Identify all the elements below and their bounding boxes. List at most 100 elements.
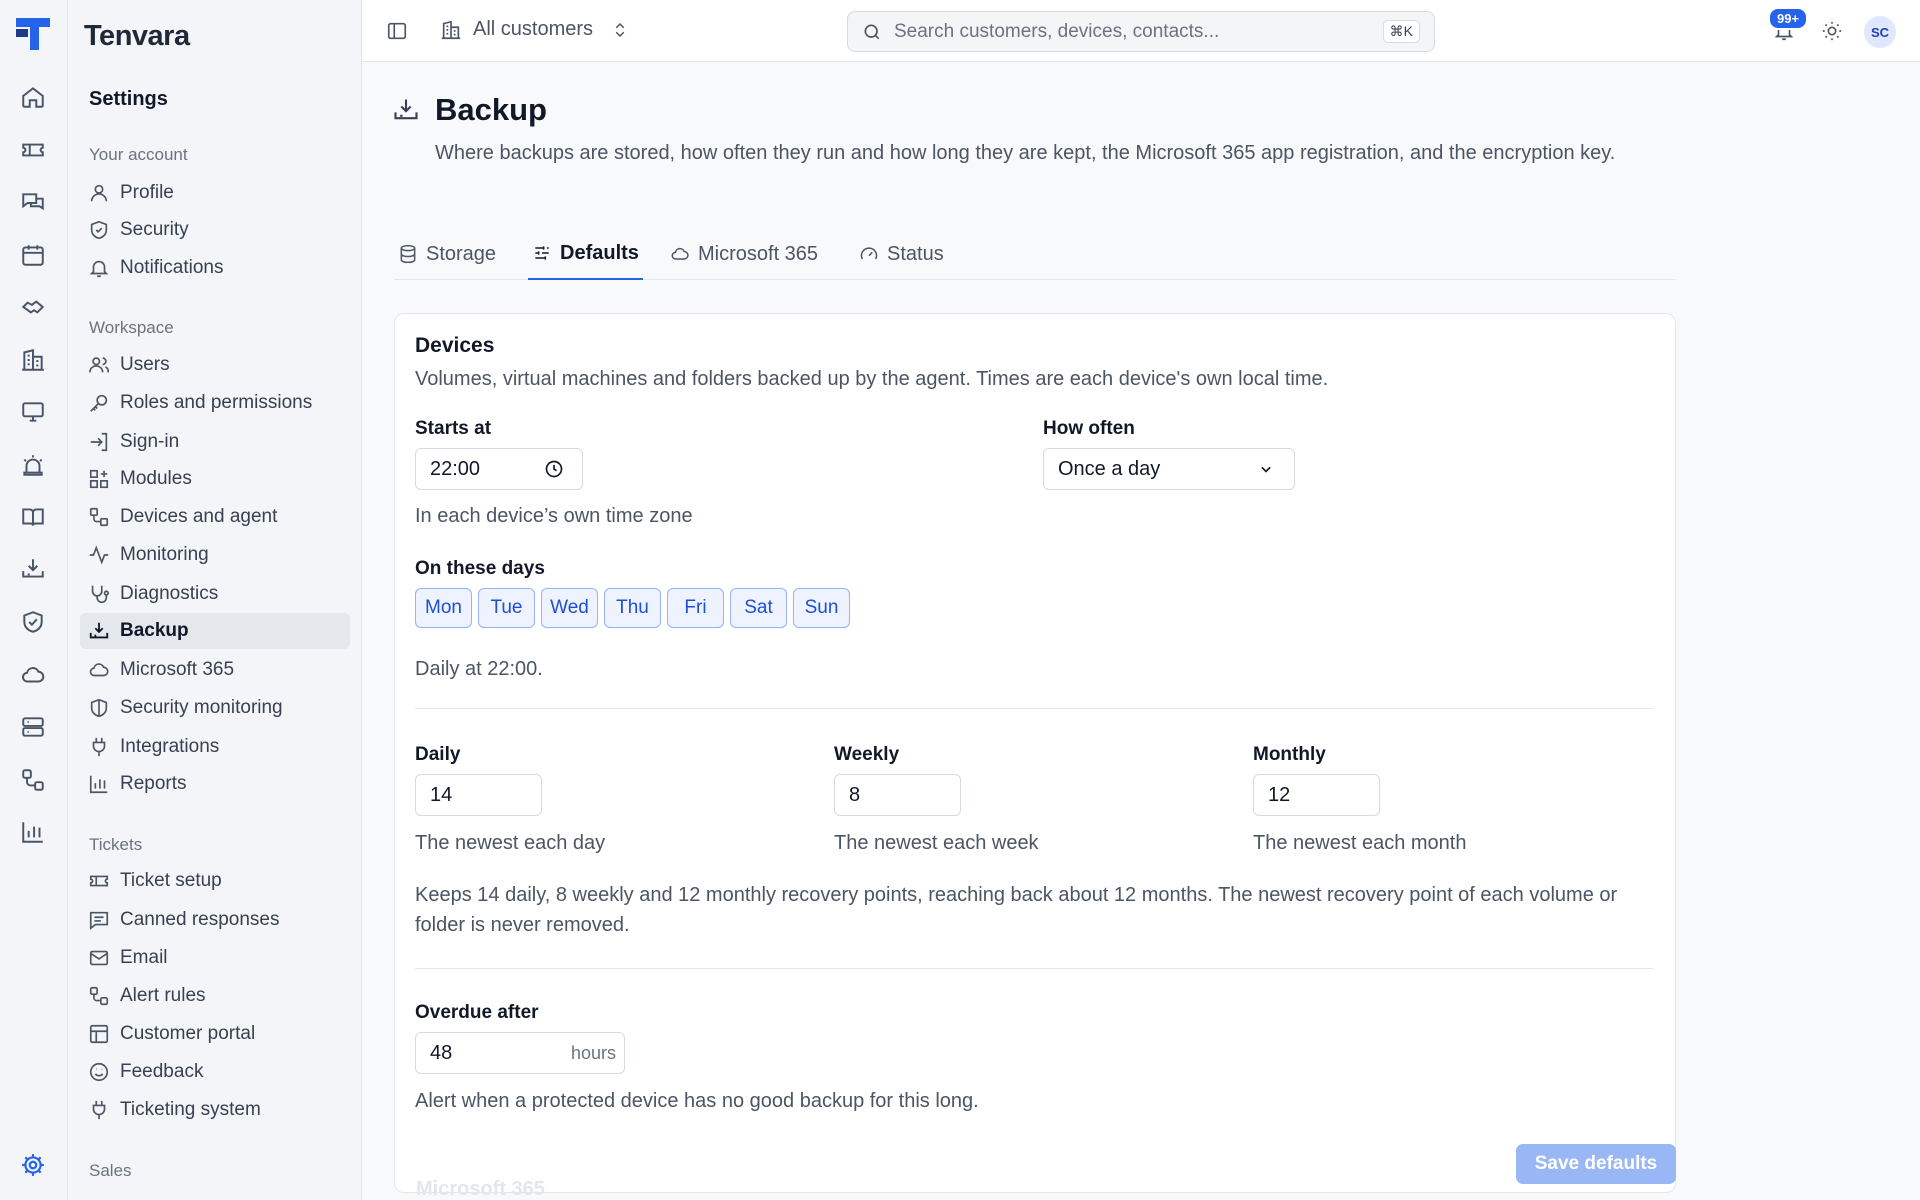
gear-icon[interactable]	[20, 1152, 46, 1178]
sidebar-item-label: Ticket setup	[120, 870, 222, 891]
overdue-hours-input[interactable]: 48 hours	[415, 1032, 625, 1074]
day-picker: Mon Tue Wed Thu Fri Sat Sun	[415, 588, 855, 628]
save-defaults-button[interactable]: Save defaults	[1516, 1144, 1676, 1184]
server-icon[interactable]	[20, 714, 46, 740]
how-often-value: Once a day	[1058, 457, 1161, 480]
sidebar-item-feedback[interactable]: Feedback	[80, 1054, 350, 1090]
sidebar-item-roles[interactable]: Roles and permissions	[80, 385, 350, 421]
tab-defaults[interactable]: Defaults	[528, 228, 643, 280]
plug-icon	[88, 736, 110, 758]
day-toggle-wed[interactable]: Wed	[541, 588, 598, 628]
sidebar-item-label: Users	[120, 354, 170, 375]
weekly-label: Weekly	[834, 744, 900, 765]
sidebar-item-canned-responses[interactable]: Canned responses	[80, 902, 350, 938]
day-toggle-sat[interactable]: Sat	[730, 588, 787, 628]
sun-icon[interactable]	[1821, 20, 1843, 42]
sidebar-item-backup[interactable]: Backup	[80, 613, 350, 649]
sidebar-title: Settings	[89, 88, 168, 110]
starts-at-hint: In each device’s own time zone	[415, 505, 693, 527]
monthly-value: 12	[1268, 783, 1291, 806]
how-often-select[interactable]: Once a day	[1043, 448, 1295, 490]
sidebar-item-microsoft-365[interactable]: Microsoft 365	[80, 652, 350, 688]
ticket-icon[interactable]	[20, 137, 46, 163]
starts-at-time-input[interactable]: 22:00	[415, 448, 583, 490]
sidebar-item-diagnostics[interactable]: Diagnostics	[80, 576, 350, 612]
backup-icon[interactable]	[20, 556, 46, 582]
cloud-icon	[88, 659, 110, 681]
tab-label: Microsoft 365	[698, 242, 819, 265]
ticket-icon	[88, 870, 110, 892]
sidebar-item-label: Alert rules	[120, 985, 206, 1006]
customer-switcher[interactable]: All customers	[440, 18, 629, 41]
notifications-badge: 99+	[1768, 7, 1809, 30]
day-toggle-tue[interactable]: Tue	[478, 588, 535, 628]
layout-icon	[88, 1023, 110, 1045]
daily-label: Daily	[415, 744, 461, 765]
day-toggle-mon[interactable]: Mon	[415, 588, 472, 628]
sidebar-item-ticket-setup[interactable]: Ticket setup	[80, 863, 350, 899]
sidebar-item-label: Feedback	[120, 1061, 204, 1082]
page-title: Backup	[435, 92, 547, 127]
sidebar-item-devices[interactable]: Devices and agent	[80, 499, 350, 535]
weekly-retention-input[interactable]: 8	[834, 774, 961, 816]
workflow-icon[interactable]	[20, 767, 46, 793]
cloud-icon[interactable]	[20, 662, 46, 688]
cloud-icon	[670, 244, 690, 264]
section-label-workspace: Workspace	[89, 318, 174, 337]
top-bar: All customers Search customers, devices,…	[362, 0, 1920, 62]
day-toggle-fri[interactable]: Fri	[667, 588, 724, 628]
retention-summary: Keeps 14 daily, 8 weekly and 12 monthly …	[415, 884, 1618, 936]
search-input[interactable]: Search customers, devices, contacts...	[894, 21, 1383, 43]
calendar-icon[interactable]	[20, 242, 46, 268]
sidebar-item-security[interactable]: Security	[80, 212, 350, 248]
sidebar-item-sign-in[interactable]: Sign-in	[80, 424, 350, 460]
sidebar-item-customer-portal[interactable]: Customer portal	[80, 1016, 350, 1052]
brand-name: Tenvara	[84, 20, 190, 52]
devices-title: Devices	[415, 334, 495, 357]
handshake-icon[interactable]	[20, 294, 46, 320]
monitor-icon[interactable]	[20, 399, 46, 425]
rules-icon	[88, 985, 110, 1007]
daily-retention-input[interactable]: 14	[415, 774, 542, 816]
icon-rail	[0, 0, 68, 1200]
sidebar-item-profile[interactable]: Profile	[80, 175, 350, 211]
sidebar-item-reports[interactable]: Reports	[80, 766, 350, 802]
sidebar-item-label: Roles and permissions	[120, 392, 313, 413]
sign-in-icon	[88, 431, 110, 453]
sidebar-item-label: Devices and agent	[120, 506, 278, 527]
sidebar-item-email[interactable]: Email	[80, 940, 350, 976]
home-icon[interactable]	[20, 84, 46, 110]
sidebar-item-integrations[interactable]: Integrations	[80, 729, 350, 765]
sliders-icon	[532, 243, 552, 263]
sidebar-item-alert-rules[interactable]: Alert rules	[80, 978, 350, 1014]
day-toggle-sun[interactable]: Sun	[793, 588, 850, 628]
settings-sidebar: Tenvara Settings Your account Profile Se…	[68, 0, 362, 1200]
weekly-hint: The newest each week	[834, 832, 1039, 854]
sidebar-item-ticketing-system[interactable]: Ticketing system	[80, 1092, 350, 1128]
tab-microsoft-365[interactable]: Microsoft 365	[666, 228, 822, 280]
sidebar-item-security-monitoring[interactable]: Security monitoring	[80, 690, 350, 726]
main-content: Backup Where backups are stored, how oft…	[362, 62, 1920, 1200]
user-icon	[88, 182, 110, 204]
monthly-retention-input[interactable]: 12	[1253, 774, 1380, 816]
building-icon[interactable]	[20, 347, 46, 373]
book-icon[interactable]	[20, 504, 46, 530]
avatar[interactable]: SC	[1864, 16, 1896, 48]
tenvara-logo-icon[interactable]	[14, 16, 52, 52]
sidebar-item-monitoring[interactable]: Monitoring	[80, 537, 350, 573]
clock-icon[interactable]	[544, 459, 564, 479]
search-box[interactable]: Search customers, devices, contacts... ⌘…	[847, 11, 1435, 52]
shield-check-icon[interactable]	[20, 609, 46, 635]
bar-chart-icon[interactable]	[20, 819, 46, 845]
sidebar-item-notifications[interactable]: Notifications	[80, 250, 350, 286]
smile-icon	[88, 1061, 110, 1083]
day-toggle-thu[interactable]: Thu	[604, 588, 661, 628]
chat-icon[interactable]	[20, 190, 46, 216]
sidebar-item-modules[interactable]: Modules	[80, 461, 350, 497]
backup-icon	[392, 96, 420, 124]
sidebar-item-users[interactable]: Users	[80, 347, 350, 383]
tab-status[interactable]: Status	[855, 228, 948, 280]
siren-icon[interactable]	[20, 452, 46, 478]
tab-storage[interactable]: Storage	[394, 228, 500, 280]
sidebar-toggle-icon[interactable]	[386, 20, 408, 42]
